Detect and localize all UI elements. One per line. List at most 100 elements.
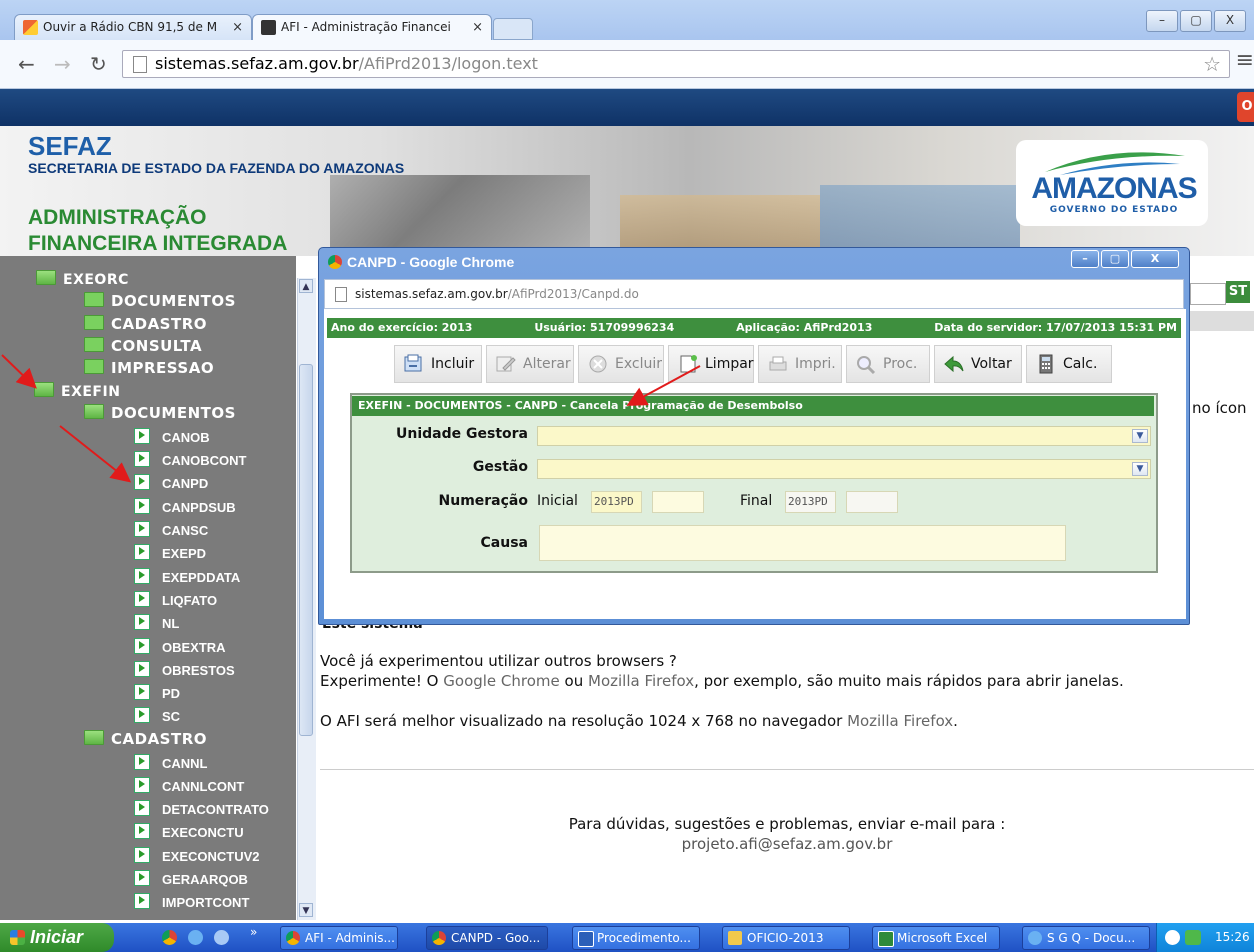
- task-afi[interactable]: AFI - Adminis...: [280, 926, 398, 950]
- forward-arrow-icon[interactable]: →: [54, 52, 71, 76]
- firefox-link[interactable]: Mozilla Firefox: [588, 672, 694, 690]
- unidade-gestora-select[interactable]: ▼: [537, 426, 1151, 446]
- tree-leaf-geraarqob[interactable]: GERAARQOB: [134, 870, 248, 892]
- tree-leaf-detacontrato[interactable]: DETACONTRATO: [134, 800, 269, 822]
- tree-leaf-canob[interactable]: CANOB: [134, 428, 210, 450]
- tray-back-icon[interactable]: [1165, 930, 1180, 945]
- causa-textarea[interactable]: [539, 525, 1066, 561]
- tree-node-exefin-cadastro[interactable]: CADASTRO: [84, 730, 207, 752]
- tree-leaf-nl[interactable]: NL: [134, 614, 179, 636]
- tree-node-exeorc-impressao[interactable]: IMPRESSAO: [84, 359, 214, 381]
- scroll-down-icon[interactable]: ▼: [299, 903, 313, 917]
- document-icon: [134, 707, 150, 723]
- task-excel[interactable]: Microsoft Excel: [872, 926, 1000, 950]
- tree-leaf-execonctu[interactable]: EXECONCTU: [134, 823, 244, 845]
- excluir-button[interactable]: Excluir: [578, 345, 664, 383]
- network-icon[interactable]: [1185, 930, 1201, 945]
- tree-leaf-cannl[interactable]: CANNL: [134, 754, 208, 776]
- tree-node-exefin[interactable]: EXEFIN: [34, 382, 120, 404]
- form-title: EXEFIN - DOCUMENTOS - CANPD - Cancela Pr…: [352, 396, 1154, 416]
- sidebar-scrollbar-thumb[interactable]: [299, 364, 313, 736]
- tab-close-icon[interactable]: ×: [472, 15, 483, 40]
- voltar-button[interactable]: Voltar: [934, 345, 1022, 383]
- chrome-menu-icon[interactable]: ≡: [1236, 48, 1254, 73]
- popup-maximize-button[interactable]: ▢: [1101, 250, 1129, 268]
- inicial-number-input[interactable]: [652, 491, 704, 513]
- right-search-input[interactable]: [1190, 283, 1226, 305]
- popup-minimize-button[interactable]: –: [1071, 250, 1099, 268]
- document-icon: [134, 591, 150, 607]
- tree-leaf-cannlcont[interactable]: CANNLCONT: [134, 777, 244, 799]
- word-icon: [578, 931, 594, 947]
- tree-node-exeorc-consulta[interactable]: CONSULTA: [84, 337, 202, 359]
- tree-node-exeorc-documentos[interactable]: DOCUMENTOS: [84, 292, 236, 314]
- tree-leaf-sc[interactable]: SC: [134, 707, 180, 729]
- chevron-down-icon[interactable]: ▼: [1132, 462, 1148, 476]
- tree-leaf-importcont[interactable]: IMPORTCONT: [134, 893, 249, 915]
- tree-leaf-liqfato[interactable]: LIQFATO: [134, 591, 217, 613]
- document-icon: [134, 823, 150, 839]
- tree-node-exeorc[interactable]: EXEORC: [36, 270, 129, 292]
- task-sgq[interactable]: S G Q - Docu...: [1022, 926, 1150, 950]
- tab-radio-cbn[interactable]: Ouvir a Rádio CBN 91,5 de M ×: [14, 14, 252, 40]
- page-icon: [335, 287, 347, 302]
- calc-button[interactable]: Calc.: [1026, 345, 1112, 383]
- task-canpd[interactable]: CANPD - Goo...: [426, 926, 548, 950]
- close-window-button[interactable]: X: [1214, 10, 1246, 32]
- tab-close-icon[interactable]: ×: [232, 15, 243, 40]
- final-number-input[interactable]: [846, 491, 898, 513]
- folder-icon: [84, 292, 104, 307]
- chrome-quicklaunch-icon[interactable]: [162, 930, 177, 945]
- popup-address-bar[interactable]: sistemas.sefaz.am.gov.br/AfiPrd2013/Canp…: [324, 279, 1184, 309]
- app-quicklaunch-icon[interactable]: [214, 930, 229, 945]
- tree-node-exeorc-cadastro[interactable]: CADASTRO: [84, 315, 207, 337]
- system-title-line1: ADMINISTRAÇÃO: [28, 206, 207, 229]
- delete-icon: [589, 355, 607, 373]
- tree-leaf-obrestos[interactable]: OBRESTOS: [134, 661, 235, 683]
- firefox-link-2[interactable]: Mozilla Firefox: [847, 712, 953, 730]
- task-oficio[interactable]: OFICIO-2013: [722, 926, 850, 950]
- maximize-button[interactable]: ▢: [1180, 10, 1212, 32]
- tree-leaf-execonctuv2[interactable]: EXECONCTUV2: [134, 847, 260, 869]
- minimize-button[interactable]: –: [1146, 10, 1178, 32]
- tree-node-exefin-documentos[interactable]: DOCUMENTOS: [84, 404, 236, 426]
- tree-leaf-canpd[interactable]: CANPD: [134, 474, 208, 496]
- alterar-button[interactable]: Alterar: [486, 345, 574, 383]
- limpar-button[interactable]: Limpar: [668, 345, 754, 383]
- chevron-down-icon[interactable]: ▼: [1132, 429, 1148, 443]
- tree-leaf-pd[interactable]: PD: [134, 684, 180, 706]
- document-icon: [134, 847, 150, 863]
- tree-label: PD: [162, 686, 181, 701]
- right-go-button[interactable]: ST: [1226, 281, 1250, 303]
- document-icon: [134, 754, 150, 770]
- back-arrow-icon[interactable]: ←: [18, 52, 35, 76]
- tree-leaf-obextra[interactable]: OBEXTRA: [134, 638, 226, 660]
- tree-leaf-cansc[interactable]: CANSC: [134, 521, 208, 543]
- recommendation-line2: Experimente! O Google Chrome ou Mozilla …: [320, 672, 1124, 690]
- support-email-link[interactable]: projeto.afi@sefaz.am.gov.br: [320, 835, 1254, 853]
- proc-button[interactable]: Proc.: [846, 345, 930, 383]
- address-bar[interactable]: sistemas.sefaz.am.gov.br/AfiPrd2013/logo…: [122, 50, 1230, 78]
- partial-instruction-text: no ícon: [1192, 399, 1247, 417]
- imprimir-button[interactable]: Impri.: [758, 345, 842, 383]
- incluir-button[interactable]: Incluir: [394, 345, 482, 383]
- new-tab-button[interactable]: [493, 18, 533, 40]
- tree-leaf-canpdsub[interactable]: CANPDSUB: [134, 498, 236, 520]
- banner-bridge-image: [820, 185, 1020, 255]
- tab-afi[interactable]: AFI - Administração Financei ×: [252, 14, 492, 40]
- google-chrome-link[interactable]: Google Chrome: [443, 672, 560, 690]
- quicklaunch-chevron-icon[interactable]: »: [250, 925, 257, 939]
- popup-close-button[interactable]: X: [1131, 250, 1179, 268]
- scroll-up-icon[interactable]: ▲: [299, 279, 313, 293]
- tree-leaf-exepd[interactable]: EXEPD: [134, 544, 206, 566]
- bookmark-star-icon[interactable]: ☆: [1203, 51, 1221, 77]
- tree-leaf-canobcont[interactable]: CANOBCONT: [134, 451, 247, 473]
- reload-icon[interactable]: ↻: [90, 52, 107, 76]
- ie-quicklaunch-icon[interactable]: [188, 930, 203, 945]
- folder-open-icon: [84, 404, 104, 419]
- tree-leaf-exepddata[interactable]: EXEPDDATA: [134, 568, 240, 590]
- task-procedimento[interactable]: Procedimento...: [572, 926, 700, 950]
- gestao-select[interactable]: ▼: [537, 459, 1151, 479]
- document-icon: [134, 498, 150, 514]
- exit-button[interactable]: O: [1237, 92, 1254, 122]
